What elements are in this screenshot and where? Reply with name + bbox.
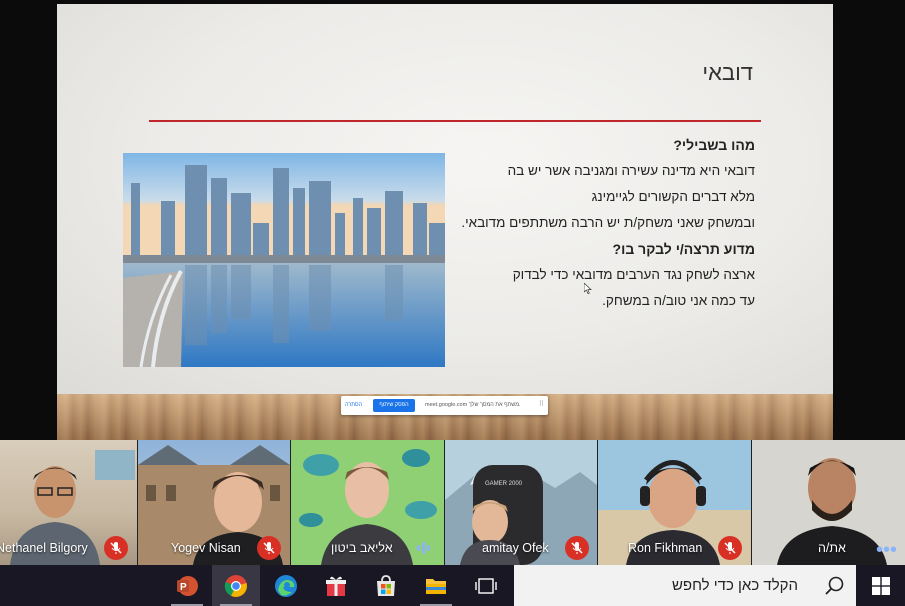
slide-heading-1: מהו בשבילי?	[673, 137, 755, 153]
store-icon[interactable]	[362, 565, 410, 606]
more-options-icon[interactable]: •••	[876, 540, 897, 560]
speaking-indicator-icon	[417, 542, 430, 554]
gift-icon[interactable]	[312, 565, 360, 606]
slide-line-2: מלא דברים הקשורים לגיימינג	[591, 189, 755, 204]
search-placeholder: הקלד כאן כדי לחפש	[671, 577, 798, 594]
mic-muted-icon	[565, 536, 589, 560]
chrome-icon[interactable]	[212, 565, 260, 606]
participant-name: אליאב ביטון	[331, 541, 393, 555]
edge-icon[interactable]	[262, 565, 310, 606]
participant-tile[interactable]: GAMER 2000 amitay Ofek	[445, 440, 597, 565]
stop-sharing-button[interactable]: הפסק שיתוף	[373, 399, 415, 412]
hide-bar-button[interactable]: הסתרה	[345, 402, 362, 408]
file-explorer-icon[interactable]	[412, 565, 460, 606]
slide-heading-2: מדוע תרצה/י לבקר בו?	[612, 241, 755, 257]
start-button[interactable]	[857, 565, 905, 606]
slide-title: דובאי	[702, 60, 753, 85]
participant-name: Yogev Nisan	[171, 541, 241, 555]
svg-text:GAMER 2000: GAMER 2000	[485, 481, 523, 487]
share-message: meet.google.com משתף את המסך שלך.	[425, 402, 521, 408]
dubai-skyline-image	[123, 153, 445, 367]
screen-share-bar: ⠿ meet.google.com משתף את המסך שלך. הפסק…	[341, 396, 548, 415]
participant-tile[interactable]: את/ה •••	[752, 440, 905, 565]
presentation-slide: דובאי מהו בשבילי? דובאי היא מדינה עשירה …	[57, 4, 833, 394]
mic-muted-icon	[257, 536, 281, 560]
taskbar-search-box[interactable]: הקלד כאן כדי לחפש	[514, 565, 856, 606]
slide-divider	[149, 120, 761, 122]
magnifier-icon	[825, 576, 844, 595]
participant-tile[interactable]: Ron Fikhman	[598, 440, 751, 565]
participant-tile[interactable]: Nethanel Bilgory	[0, 440, 137, 565]
slide-line-3: ובמשחק שאני משחק/ת יש הרבה משתתפים מדובא…	[461, 215, 755, 230]
mic-muted-icon	[718, 536, 742, 560]
participant-name: Nethanel Bilgory	[0, 541, 88, 555]
participant-name: amitay Ofek	[482, 541, 549, 555]
slide-line-1: דובאי היא מדינה עשירה ומגניבה אשר יש בה	[507, 163, 755, 178]
participant-name: Ron Fikhman	[628, 541, 703, 555]
powerpoint-icon[interactable]: P	[163, 565, 211, 606]
task-view-icon[interactable]	[462, 565, 510, 606]
participant-strip: Nethanel Bilgory Yogev Nisan אליאב ביטון…	[0, 440, 905, 565]
mic-muted-icon	[104, 536, 128, 560]
participant-tile[interactable]: Yogev Nisan	[138, 440, 290, 565]
drag-handle-icon[interactable]: ⠿	[539, 400, 544, 408]
shared-screen-area: דובאי מהו בשבילי? דובאי היא מדינה עשירה …	[0, 0, 905, 440]
svg-text:P: P	[180, 582, 187, 593]
mouse-cursor-icon	[584, 283, 592, 294]
participant-tile[interactable]: אליאב ביטון	[291, 440, 444, 565]
participant-name: את/ה	[818, 541, 846, 555]
windows-icon	[872, 577, 890, 595]
